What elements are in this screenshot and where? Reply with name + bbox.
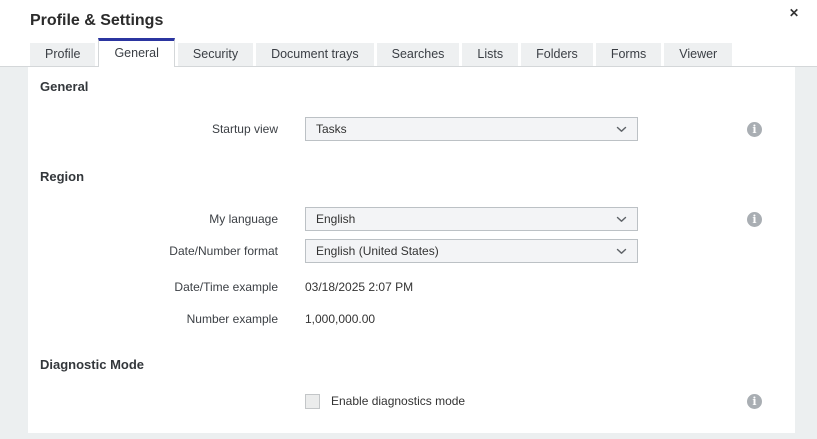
- my-language-select[interactable]: English: [305, 207, 638, 231]
- general-tab-panel: General Startup view Tasks i Region My l…: [28, 67, 795, 433]
- tab-folders[interactable]: Folders: [521, 43, 593, 66]
- date-number-format-value: English (United States): [316, 244, 616, 258]
- startup-view-value: Tasks: [316, 122, 616, 136]
- startup-view-select[interactable]: Tasks: [305, 117, 638, 141]
- my-language-value: English: [316, 212, 616, 226]
- date-number-format-label: Date/Number format: [40, 244, 278, 258]
- chevron-down-icon: [616, 216, 627, 223]
- my-language-label: My language: [40, 212, 278, 226]
- chevron-down-icon: [616, 126, 627, 133]
- tab-searches[interactable]: Searches: [377, 43, 460, 66]
- chevron-down-icon: [616, 248, 627, 255]
- info-icon[interactable]: i: [747, 122, 762, 137]
- my-language-row: My language English i: [40, 207, 795, 231]
- startup-view-label: Startup view: [40, 122, 278, 136]
- enable-diagnostics-checkbox[interactable]: [305, 394, 320, 409]
- tab-lists[interactable]: Lists: [462, 43, 518, 66]
- section-heading-region: Region: [40, 169, 795, 185]
- tab-content-background: General Startup view Tasks i Region My l…: [0, 67, 817, 439]
- startup-view-row: Startup view Tasks i: [40, 117, 795, 141]
- dialog-title: Profile & Settings: [30, 0, 163, 42]
- number-example-row: Number example 1,000,000.00: [40, 311, 795, 327]
- date-number-format-row: Date/Number format English (United State…: [40, 239, 795, 263]
- tab-document-trays[interactable]: Document trays: [256, 43, 374, 66]
- close-icon[interactable]: ✕: [785, 4, 803, 22]
- section-heading-diagnostic-mode: Diagnostic Mode: [40, 357, 795, 373]
- number-example-value: 1,000,000.00: [305, 312, 375, 326]
- section-heading-general: General: [40, 79, 795, 95]
- number-example-label: Number example: [40, 312, 278, 326]
- tab-security[interactable]: Security: [178, 43, 253, 66]
- enable-diagnostics-row: Enable diagnostics mode i: [40, 393, 795, 409]
- date-time-example-label: Date/Time example: [40, 280, 278, 294]
- info-icon[interactable]: i: [747, 394, 762, 409]
- enable-diagnostics-label: Enable diagnostics mode: [331, 394, 465, 408]
- info-icon[interactable]: i: [747, 212, 762, 227]
- tab-profile[interactable]: Profile: [30, 43, 95, 66]
- tab-viewer[interactable]: Viewer: [664, 43, 732, 66]
- date-time-example-row: Date/Time example 03/18/2025 2:07 PM: [40, 279, 795, 295]
- tab-bar: Profile General Security Document trays …: [0, 40, 817, 67]
- date-time-example-value: 03/18/2025 2:07 PM: [305, 280, 413, 294]
- tab-forms[interactable]: Forms: [596, 43, 661, 66]
- date-number-format-select[interactable]: English (United States): [305, 239, 638, 263]
- profile-settings-dialog: Profile & Settings ✕ Profile General Sec…: [0, 0, 817, 439]
- dialog-header: Profile & Settings ✕: [0, 0, 817, 40]
- tab-general[interactable]: General: [98, 38, 174, 67]
